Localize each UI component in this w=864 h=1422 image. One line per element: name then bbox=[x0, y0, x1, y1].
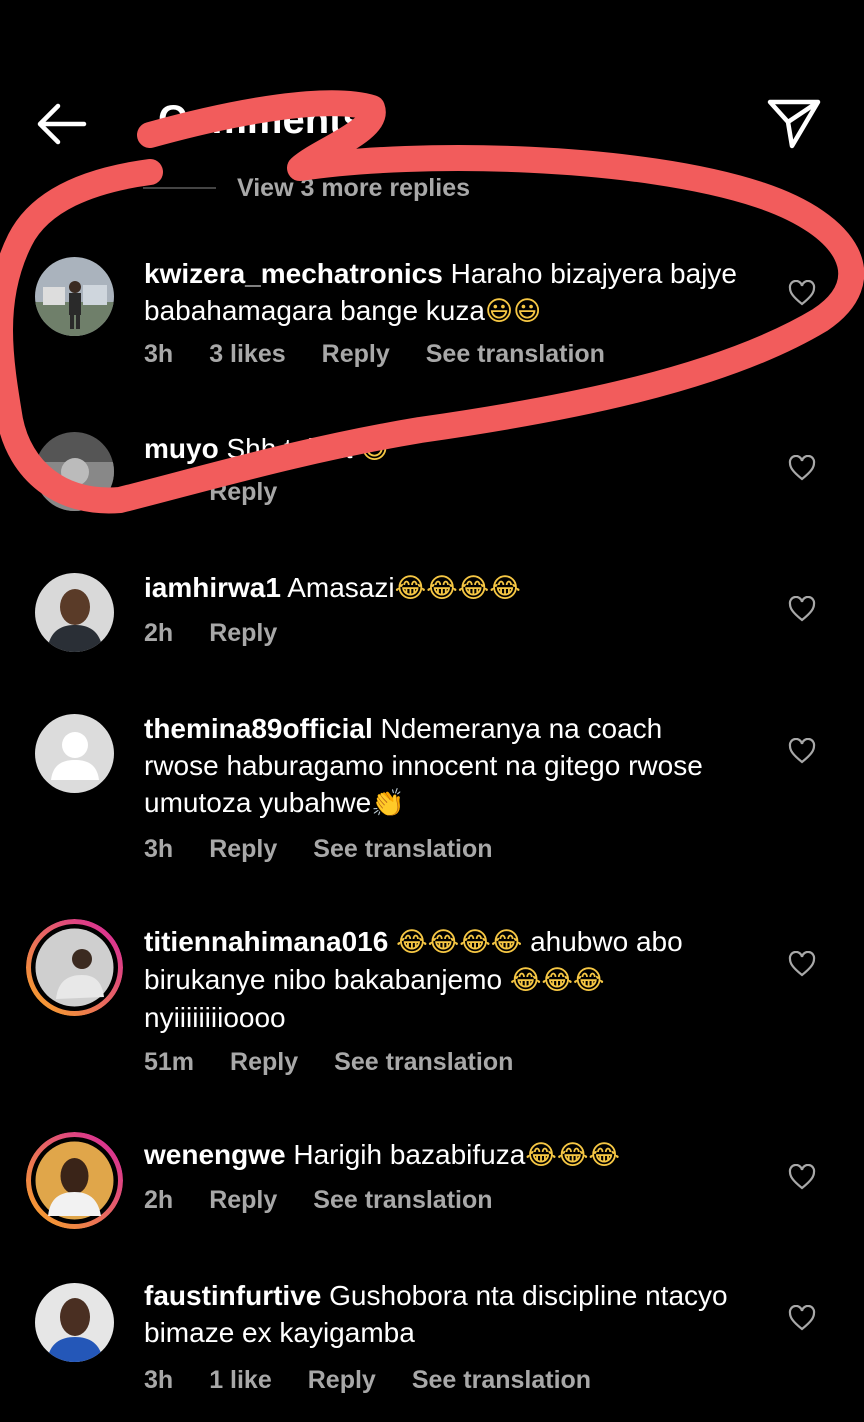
see-translation-button[interactable]: See translation bbox=[313, 1186, 492, 1215]
reply-button[interactable]: Reply bbox=[209, 1186, 277, 1215]
heart-icon[interactable] bbox=[788, 280, 816, 306]
comment-text: titiennahimana016 😂😂😂😂 ahubwo abo biruka… bbox=[144, 923, 744, 1036]
comment-time: 51m bbox=[144, 1048, 195, 1076]
see-translation-button[interactable]: See translation bbox=[426, 340, 605, 369]
avatar[interactable] bbox=[35, 714, 114, 793]
comment-time: 3h bbox=[144, 835, 174, 863]
page-title: Comments bbox=[158, 98, 365, 142]
like-count[interactable]: 3 likes bbox=[209, 340, 285, 369]
comment-text: faustinfurtive Gushobora nta discipline … bbox=[144, 1277, 744, 1351]
comment-time: 3h bbox=[144, 1366, 174, 1394]
comment-emoji: 😃😃 bbox=[484, 296, 542, 327]
heart-icon[interactable] bbox=[788, 1164, 816, 1190]
comment-text: themina89official Ndemeranya na coach rw… bbox=[144, 710, 744, 822]
reply-button[interactable]: Reply bbox=[209, 619, 277, 648]
comment-time: 3h bbox=[144, 340, 174, 368]
comment-text: muyo Shh talent 😅 bbox=[144, 430, 744, 468]
comment-emoji: 😂😂😂 bbox=[525, 1140, 620, 1171]
comment-body: Amasazi bbox=[287, 572, 395, 603]
heart-icon[interactable] bbox=[788, 455, 816, 481]
comment-emoji: 😂😂😂😂 bbox=[396, 927, 523, 958]
comment-username[interactable]: muyo bbox=[144, 433, 219, 464]
comment-text: iamhirwa1 Amasazi😂😂😂😂 bbox=[144, 569, 744, 607]
comment-meta: 3h Reply See translation bbox=[144, 835, 529, 864]
comment-meta: 2h Reply bbox=[144, 478, 313, 507]
heart-icon[interactable] bbox=[788, 596, 816, 622]
paper-plane-icon[interactable] bbox=[766, 96, 822, 150]
reply-button[interactable]: Reply bbox=[322, 340, 390, 369]
reply-button[interactable]: Reply bbox=[209, 835, 277, 864]
see-translation-button[interactable]: See translation bbox=[412, 1366, 591, 1395]
avatar[interactable] bbox=[35, 573, 114, 652]
divider-line bbox=[143, 187, 216, 189]
comment-username[interactable]: faustinfurtive bbox=[144, 1280, 321, 1311]
comment-time: 2h bbox=[144, 478, 174, 506]
avatar[interactable] bbox=[35, 432, 114, 511]
avatar[interactable] bbox=[26, 1132, 123, 1229]
comment-username[interactable]: titiennahimana016 bbox=[144, 926, 388, 957]
comment-emoji: 😅 bbox=[360, 434, 389, 465]
comment-username[interactable]: kwizera_mechatronics bbox=[144, 258, 443, 289]
comment-meta: 3h 1 like Reply See translation bbox=[144, 1366, 627, 1395]
comment-meta: 51m Reply See translation bbox=[144, 1048, 549, 1077]
reply-button[interactable]: Reply bbox=[308, 1366, 376, 1395]
reply-button[interactable]: Reply bbox=[209, 478, 277, 507]
reply-button[interactable]: Reply bbox=[230, 1048, 298, 1077]
comment-body: nyiiiiiiiioooo bbox=[144, 1002, 286, 1033]
comment-time: 2h bbox=[144, 619, 174, 647]
comment-username[interactable]: wenengwe bbox=[144, 1139, 286, 1170]
comment-text: kwizera_mechatronics Haraho bizajyera ba… bbox=[144, 255, 744, 330]
comment-meta: 2h Reply bbox=[144, 619, 313, 648]
view-more-replies-button[interactable]: View 3 more replies bbox=[237, 174, 470, 203]
heart-icon[interactable] bbox=[788, 738, 816, 764]
comment-emoji: 😂😂😂 bbox=[509, 965, 605, 996]
top-bar: Comments bbox=[0, 60, 864, 190]
comment-time: 2h bbox=[144, 1186, 174, 1214]
comment-emoji: 😂😂😂😂 bbox=[394, 573, 521, 604]
see-translation-button[interactable]: See translation bbox=[334, 1048, 513, 1077]
avatar[interactable] bbox=[35, 257, 114, 336]
comment-meta: 2h Reply See translation bbox=[144, 1186, 529, 1215]
heart-icon[interactable] bbox=[788, 951, 816, 977]
comment-emoji: 👏 bbox=[371, 788, 405, 819]
heart-icon[interactable] bbox=[788, 1305, 816, 1331]
avatar[interactable] bbox=[35, 1283, 114, 1362]
comment-text: wenengwe Harigih bazabifuza😂😂😂 bbox=[144, 1136, 744, 1174]
comment-username[interactable]: themina89official bbox=[144, 713, 373, 744]
see-translation-button[interactable]: See translation bbox=[313, 835, 492, 864]
comment-body: Harigih bazabifuza bbox=[293, 1139, 526, 1170]
comment-body: Shh talent bbox=[226, 433, 353, 464]
comment-meta: 3h 3 likes Reply See translation bbox=[144, 340, 641, 369]
arrow-left-icon[interactable] bbox=[34, 100, 90, 148]
avatar[interactable] bbox=[26, 919, 123, 1016]
like-count[interactable]: 1 like bbox=[209, 1366, 272, 1395]
comment-username[interactable]: iamhirwa1 bbox=[144, 572, 281, 603]
